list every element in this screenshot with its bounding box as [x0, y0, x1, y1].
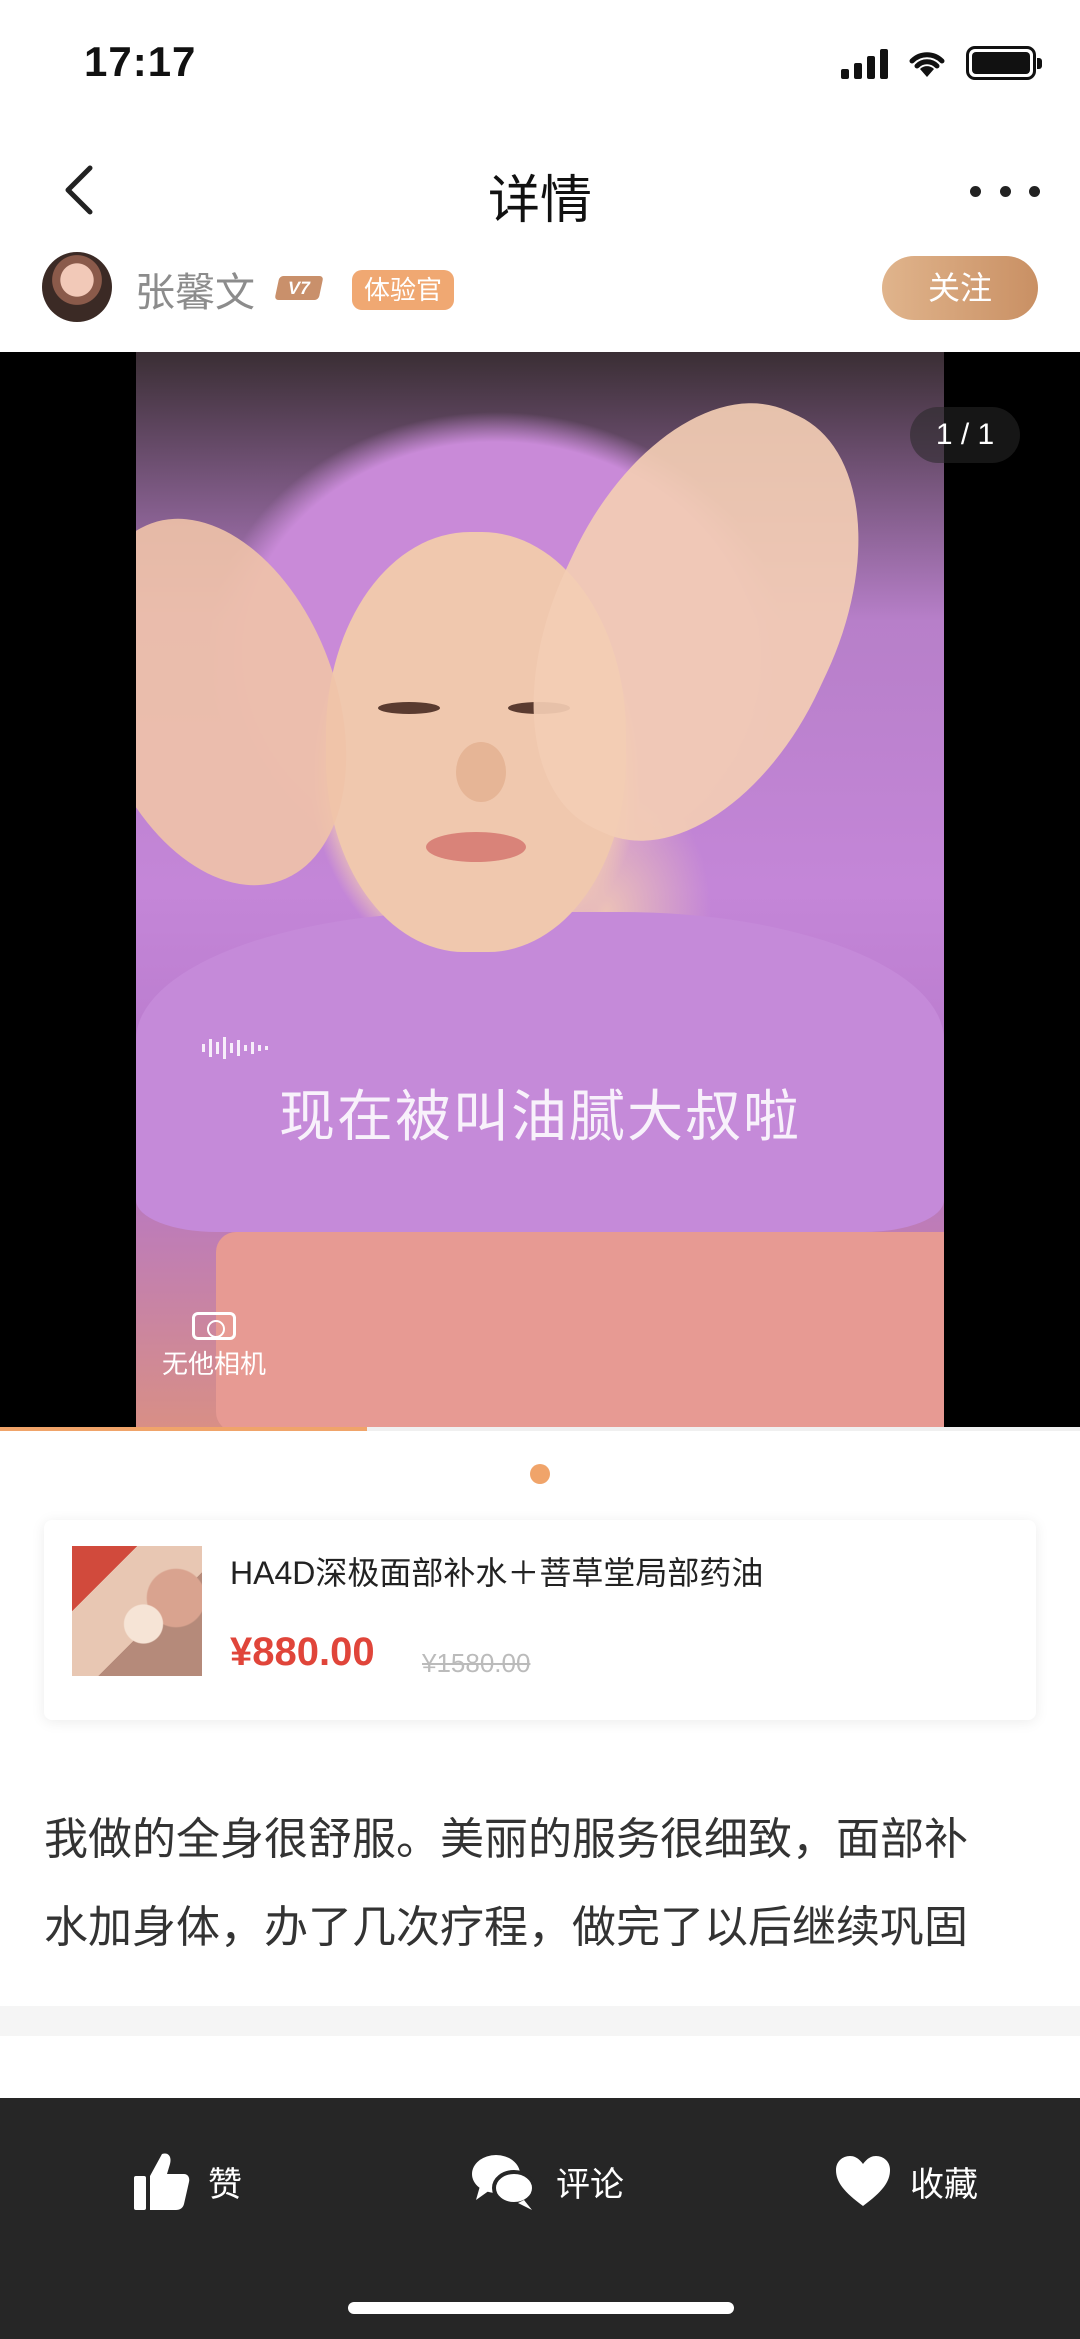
status-bar: 17:17	[0, 0, 1080, 130]
post-body: 我做的全身很舒服。美丽的服务很细致，面部补 水加身体，办了几次疗程，做完了以后继…	[44, 1796, 1044, 1972]
heart-icon	[836, 2156, 890, 2206]
status-icons	[841, 46, 1042, 80]
comment-button[interactable]: 评论	[470, 2136, 624, 2226]
video-caption: 现在被叫油腻大叔啦	[279, 1085, 801, 1148]
collect-label: 收藏	[910, 2165, 978, 2204]
more-options-icon[interactable]	[970, 166, 1040, 216]
cellular-signal-icon	[841, 47, 888, 79]
camera-icon	[192, 1312, 236, 1340]
thumbs-up-icon	[134, 2153, 190, 2210]
comment-label: 评论	[556, 2165, 624, 2204]
status-time: 17:17	[84, 38, 197, 85]
section-divider	[0, 2006, 1080, 2036]
robe-image-area	[216, 1232, 944, 1427]
nav-bar: 详情	[0, 130, 1080, 250]
level-badge: V7	[274, 276, 324, 300]
author-name[interactable]: 张馨文	[135, 260, 255, 318]
video-progress-fill	[0, 1427, 368, 1431]
home-indicator[interactable]	[348, 2302, 734, 2314]
product-thumbnail[interactable]	[72, 1546, 202, 1676]
follow-button[interactable]: 关注	[882, 256, 1038, 320]
author-row: 张馨文 V7 体验官 关注	[0, 250, 1080, 350]
post-line: 水加身体，办了几次疗程，做完了以后继续巩固	[44, 1903, 968, 1952]
collect-button[interactable]: 收藏	[834, 2136, 978, 2226]
product-price: ¥880.00	[230, 1630, 375, 1674]
camera-watermark: 无他相机	[154, 1312, 274, 1381]
video-frame[interactable]: 现在被叫油腻大叔啦 无他相机	[136, 352, 944, 1427]
battery-icon	[966, 46, 1042, 80]
like-label: 赞	[208, 2165, 242, 2204]
comment-bubbles-icon	[472, 2155, 536, 2210]
video-progress-bar[interactable]	[0, 1427, 1080, 1431]
page-counter: 1 / 1	[910, 407, 1020, 463]
media-viewer[interactable]: 现在被叫油腻大叔啦 无他相机 1 / 1	[0, 352, 1080, 1427]
pagination-dot	[530, 1464, 550, 1484]
product-original-price: ¥1580.00	[422, 1648, 531, 1678]
product-card[interactable]: HA4D深极面部补水＋菩草堂局部药油 ¥880.00 ¥1580.00	[44, 1520, 1036, 1720]
page-title: 详情	[487, 172, 592, 230]
post-line: 我做的全身很舒服。美丽的服务很细致，面部补	[44, 1815, 968, 1864]
audio-wave-icon	[202, 1036, 268, 1060]
wifi-icon	[909, 52, 945, 77]
like-button[interactable]: 赞	[132, 2136, 242, 2226]
role-badge: 体验官	[352, 270, 455, 310]
product-title: HA4D深极面部补水＋菩草堂局部药油	[230, 1555, 764, 1591]
watermark-text: 无他相机	[161, 1349, 266, 1379]
avatar[interactable]	[42, 252, 112, 322]
